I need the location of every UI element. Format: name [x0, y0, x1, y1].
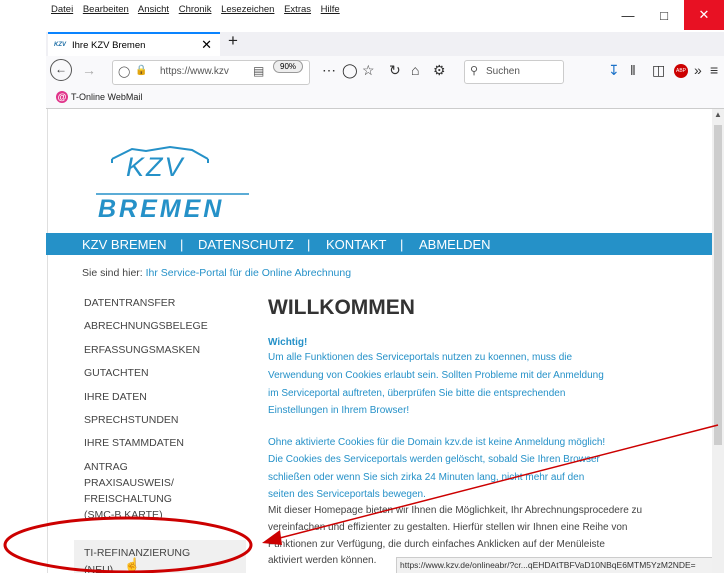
menu-bearbeiten[interactable]: Bearbeiten	[83, 4, 129, 15]
breadcrumb: Sie sind hier: Ihr Service-Portal für di…	[82, 267, 351, 279]
shield-icon[interactable]: ◯	[118, 65, 130, 78]
paragraph-line: Die Cookies des Serviceportals werden ge…	[268, 454, 600, 465]
sidebar-item-ihre-daten[interactable]: IHRE DATEN	[84, 390, 147, 405]
search-icon: ⚲	[470, 65, 479, 77]
breadcrumb-link[interactable]: Ihr Service-Portal für die Online Abrech…	[146, 267, 351, 279]
new-tab-icon[interactable]: +	[228, 31, 238, 51]
paragraph-line: Mit dieser Homepage bieten wir Ihnen die…	[268, 505, 643, 516]
sidebar-icon[interactable]: ◫	[652, 62, 665, 79]
sidebar-item-antrag-line4[interactable]: (SMC-B KARTE)	[84, 508, 163, 523]
tab-title: Ihre KZV Bremen	[72, 39, 146, 51]
nav-separator: |	[180, 237, 184, 252]
nav-abmelden[interactable]: ABMELDEN	[419, 237, 491, 252]
search-placeholder: Suchen	[486, 66, 520, 77]
back-icon[interactable]: ←	[50, 59, 72, 81]
paragraph-line: aktiviert werden können.	[268, 555, 377, 566]
bookmark-star-icon[interactable]: ☆	[362, 62, 375, 79]
sidebar-item-abrechnungsbelege[interactable]: ABRECHNUNGSBELEGE	[84, 319, 208, 334]
nav-datenschutz[interactable]: DATENSCHUTZ	[198, 237, 294, 252]
sidebar-item-antrag[interactable]: ANTRAG	[84, 460, 128, 475]
bookmarks-toolbar: @ T-Online WebMail	[46, 88, 724, 109]
favicon-icon: KZV	[54, 42, 66, 48]
paragraph-line: Ohne aktivierte Cookies für die Domain k…	[268, 437, 606, 448]
adblock-icon[interactable]: ABP	[674, 64, 688, 78]
paragraph-line: im Serviceportal auftreten, überprüfen S…	[268, 388, 566, 399]
hand-cursor-icon: ☝	[124, 557, 141, 572]
page-content: KZV BREMEN KZV BREMEN | DATENSCHUTZ | KO…	[46, 109, 712, 573]
zoom-indicator[interactable]: 90%	[273, 60, 304, 73]
status-url: https://www.kzv.de/onlineabr/?cr...qEHDA…	[400, 560, 696, 570]
sidebar-item-antrag-line3[interactable]: FREISCHALTUNG	[84, 492, 172, 507]
library-icon[interactable]: ‖	[630, 62, 636, 78]
reader-view-icon[interactable]: ▤	[253, 64, 264, 78]
paragraph-line: Um alle Funktionen des Serviceportals nu…	[268, 352, 573, 363]
forward-icon[interactable]: →	[82, 62, 96, 78]
bookmark-t-online-webmail[interactable]: T-Online WebMail	[71, 92, 142, 102]
scroll-up-icon[interactable]: ▲	[714, 110, 722, 119]
sidebar-item-ihre-stammdaten[interactable]: IHRE STAMMDATEN	[84, 436, 184, 451]
menu-datei[interactable]: Datei	[51, 4, 73, 15]
paragraph-line: Einstellungen in Ihrem Browser!	[268, 405, 410, 416]
page-title: WILLKOMMEN	[268, 296, 415, 319]
nav-separator: |	[307, 237, 311, 252]
logo-kzv-text: KZV	[126, 152, 185, 182]
browser-window: Datei Bearbeiten Ansicht Chronik Lesezei…	[46, 0, 724, 573]
lock-icon[interactable]: 🔒	[135, 65, 147, 76]
paragraph-line: schließen oder wenn Sie sich zirka 24 Mi…	[268, 472, 585, 483]
top-navigation: KZV BREMEN | DATENSCHUTZ | KONTAKT | ABM…	[46, 233, 712, 255]
menu-ansicht[interactable]: Ansicht	[138, 4, 169, 15]
reload-icon[interactable]: ↻	[389, 62, 401, 79]
logo-bremen-text: BREMEN	[98, 195, 225, 223]
hamburger-menu-icon[interactable]: ≡	[710, 62, 718, 78]
home-icon[interactable]: ⌂	[411, 62, 419, 78]
sidebar-item-sprechstunden[interactable]: SPRECHSTUNDEN	[84, 413, 179, 428]
sidebar-item-gutachten[interactable]: GUTACHTEN	[84, 366, 149, 381]
sidebar-item-antrag-line2[interactable]: PRAXISAUSWEIS/	[84, 476, 174, 491]
paragraph-line: Verwendung von Cookies erlaubt sein. Sol…	[268, 370, 604, 381]
menu-chronik[interactable]: Chronik	[179, 4, 212, 15]
close-window-icon[interactable]: ✕	[684, 0, 724, 30]
navigation-toolbar: ← → ◯ 🔒 https://www.kzv ▤ ⋯ ◯ ☆ ↻ ⌂ ⚙ ↧ …	[46, 56, 724, 89]
nav-separator: |	[400, 237, 404, 252]
extension-icon[interactable]: ⚙	[433, 62, 446, 79]
download-icon[interactable]: ↧	[608, 62, 620, 79]
desktop-margin	[0, 0, 46, 573]
status-bar: https://www.kzv.de/onlineabr/?cr...qEHDA…	[396, 557, 712, 573]
tab-kzv-bremen[interactable]: KZV Ihre KZV Bremen ✕	[48, 32, 220, 56]
menu-lesezeichen[interactable]: Lesezeichen	[221, 4, 274, 15]
scrollbar-thumb[interactable]	[714, 125, 722, 445]
close-tab-icon[interactable]: ✕	[201, 37, 212, 53]
pocket-icon[interactable]: ◯	[342, 62, 358, 79]
search-input[interactable]: ⚲ Suchen	[464, 60, 564, 84]
menu-extras[interactable]: Extras	[284, 4, 311, 15]
sidebar-item-ti-refinanzierung-line2[interactable]: (NEU)	[84, 563, 113, 573]
nav-kzv-bremen[interactable]: KZV BREMEN	[82, 237, 167, 252]
breadcrumb-prefix: Sie sind hier:	[82, 267, 143, 279]
menu-hilfe[interactable]: Hilfe	[321, 4, 340, 15]
t-online-icon: @	[56, 91, 68, 103]
sidebar-item-erfassungsmasken[interactable]: ERFASSUNGSMASKEN	[84, 343, 200, 358]
content-border	[47, 109, 48, 573]
nav-kontakt[interactable]: KONTAKT	[326, 237, 386, 252]
minimize-icon[interactable]: —	[612, 0, 644, 30]
paragraph-line: vereinfachen und effizienter zu gestalte…	[268, 522, 628, 533]
sidebar-item-datentransfer[interactable]: DATENTRANSFER	[84, 296, 175, 311]
maximize-icon[interactable]: □	[648, 0, 680, 30]
url-text: https://www.kzv	[160, 66, 229, 77]
title-bar: Datei Bearbeiten Ansicht Chronik Lesezei…	[46, 0, 724, 32]
menu-bar: Datei Bearbeiten Ansicht Chronik Lesezei…	[51, 4, 347, 15]
kzv-bremen-logo[interactable]: KZV BREMEN	[84, 129, 254, 223]
overflow-icon[interactable]: »	[694, 62, 702, 78]
page-actions-icon[interactable]: ⋯	[322, 62, 336, 79]
